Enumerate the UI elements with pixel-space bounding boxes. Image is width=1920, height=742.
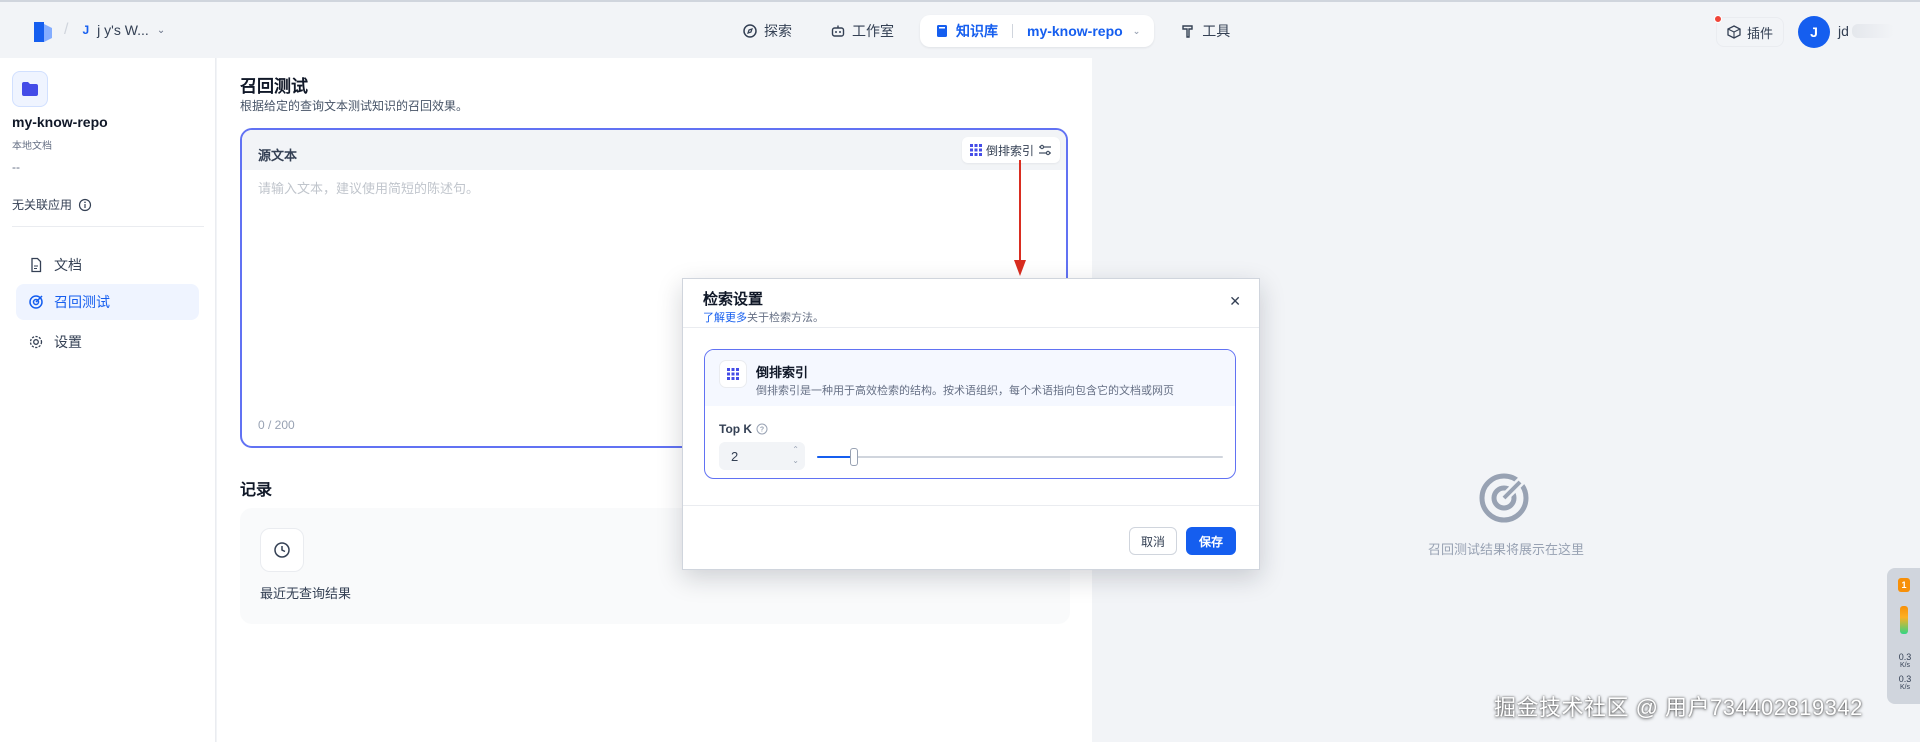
repo-name: my-know-repo	[12, 114, 108, 130]
cancel-button[interactable]: 取消	[1129, 527, 1177, 555]
nav-tools[interactable]: 工具	[1168, 15, 1242, 47]
topk-value: 2	[731, 449, 739, 464]
option-description: 倒排索引是一种用于高效检索的结构。按术语组织，每个术语指向包含它的文档或网页	[756, 385, 1174, 397]
compass-icon	[743, 24, 757, 38]
help-icon[interactable]: ?	[756, 423, 768, 435]
top-navbar: / J j‌‌ y's W... ⌄ 探索 工作室 知识库 my-know-re…	[0, 0, 1920, 58]
current-repo-selector[interactable]: my-know-repo	[1027, 23, 1123, 39]
grid-dots-icon	[969, 144, 982, 156]
slider-fill	[817, 456, 854, 458]
robot-icon	[831, 25, 845, 37]
folder-icon	[12, 71, 48, 107]
info-icon[interactable]	[78, 198, 92, 212]
source-text-label: 源文本	[258, 148, 298, 163]
notification-dot	[1714, 15, 1722, 23]
records-empty-text: 最近无查询结果	[260, 586, 352, 601]
repo-type: 本地文档	[12, 141, 52, 152]
slider-handle[interactable]	[850, 448, 858, 466]
target-icon	[1479, 473, 1529, 523]
char-counter: 0 / 200	[258, 418, 295, 432]
cube-icon	[1727, 25, 1741, 39]
inverted-index-option[interactable]: 倒排索引 倒排索引是一种用于高效检索的结构。按术语组织，每个术语指向包含它的文档…	[704, 349, 1236, 479]
source-text-header	[242, 130, 1066, 170]
upload-unit: K/s	[1899, 662, 1911, 669]
app-logo-icon[interactable]	[32, 20, 54, 44]
network-speed-widget[interactable]: 1 0.3 K/s 0.3 K/s	[1887, 568, 1920, 704]
save-button[interactable]: 保存	[1186, 527, 1236, 555]
download-unit: K/s	[1899, 684, 1911, 691]
topk-stepper[interactable]: 2 ⌃ ⌄	[719, 442, 805, 470]
workspace-name: j‌‌ y's W...	[97, 22, 149, 38]
records-title: 记录	[240, 482, 273, 499]
dialog-title: 检索设置	[703, 291, 764, 308]
plugins-button[interactable]: 插件	[1716, 17, 1785, 47]
page-title: 召回测试	[240, 77, 308, 96]
close-icon[interactable]: ✕	[1229, 293, 1241, 310]
user-name[interactable]: jd	[1838, 23, 1849, 39]
grid-dots-icon	[719, 360, 747, 388]
gear-icon	[29, 335, 43, 349]
watermark: 掘金技术社区 @ 用户734402819342	[1494, 695, 1863, 720]
book-icon	[937, 25, 947, 37]
warning-badge: 1	[1898, 578, 1910, 592]
knowledge-sidebar: my-know-repo 本地文档 -- 无关联应用 文档 召回测试 设置	[0, 58, 216, 742]
topk-slider[interactable]	[817, 448, 1223, 466]
nav-explore[interactable]: 探索	[730, 15, 804, 47]
option-name: 倒排索引	[756, 365, 809, 380]
nav-studio[interactable]: 工作室	[818, 15, 906, 47]
workspace-initial: J	[82, 23, 90, 37]
workspace-switcher[interactable]: / J j‌‌ y's W... ⌄	[64, 21, 165, 39]
related-apps: 无关联应用	[12, 196, 92, 213]
target-icon	[29, 295, 43, 309]
dialog-subtitle: 了解更多关于检索方法。	[703, 312, 824, 324]
sidebar-item-recall-test[interactable]: 召回测试	[16, 284, 199, 320]
clock-history-icon	[260, 528, 304, 572]
svg-text:?: ?	[760, 427, 764, 434]
upload-speed: 0.3	[1898, 652, 1912, 662]
retrieval-settings-dialog: 检索设置 了解更多关于检索方法。 ✕ 倒排索引 倒排索引是一种用于高效检索的结构…	[682, 278, 1260, 570]
divider	[683, 505, 1259, 506]
redacted-user-name	[1852, 24, 1894, 38]
download-speed: 0.3	[1898, 674, 1912, 684]
sidebar-item-documents[interactable]: 文档	[16, 247, 199, 283]
sidebar-item-settings[interactable]: 设置	[16, 324, 199, 360]
stepper-arrows[interactable]: ⌃ ⌄	[792, 444, 799, 466]
hammer-icon	[1182, 25, 1193, 38]
source-text-input[interactable]: 请输入文本，建议使用简短的陈述句。	[258, 178, 479, 197]
divider	[12, 226, 204, 227]
chevron-down-icon: ⌄	[1132, 25, 1141, 36]
document-icon	[31, 257, 42, 273]
topk-label: Top K ?	[719, 422, 768, 436]
settings-sliders-icon	[1039, 144, 1051, 156]
nav-knowledge[interactable]: 知识库 my-know-repo ⌄	[920, 15, 1155, 47]
chevron-down-icon: ⌄	[156, 24, 166, 36]
divider	[683, 327, 1259, 328]
avatar[interactable]: J	[1798, 16, 1830, 48]
page-description: 根据给定的查询文本测试知识的召回效果。	[240, 99, 469, 113]
level-bar	[1900, 606, 1908, 634]
annotation-arrow	[1014, 160, 1026, 276]
learn-more-link[interactable]: 了解更多	[703, 312, 747, 324]
results-empty-text: 召回测试结果将展示在这里	[1428, 542, 1585, 557]
main-nav: 探索 工作室 知识库 my-know-repo ⌄ 工具	[730, 15, 1242, 47]
repo-description: --	[12, 160, 20, 174]
